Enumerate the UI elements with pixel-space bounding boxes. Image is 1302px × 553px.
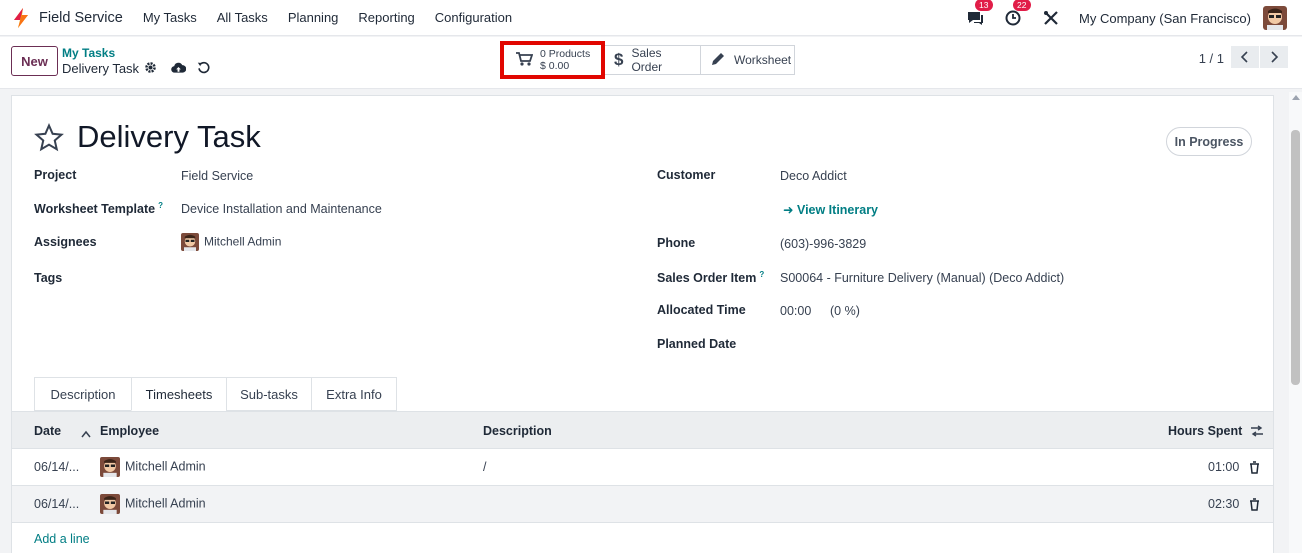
allocated-time-label: Allocated Time <box>657 303 746 317</box>
assignees-label: Assignees <box>34 235 97 249</box>
pager-value[interactable]: 1 / 1 <box>1199 51 1224 66</box>
sales-order-item-field[interactable]: S00064 - Furniture Delivery (Manual) (De… <box>780 271 1064 285</box>
tab-timesheets[interactable]: Timesheets <box>131 377 226 411</box>
column-description[interactable]: Description <box>483 424 552 438</box>
trash-icon[interactable] <box>1249 498 1260 514</box>
status-button[interactable]: In Progress <box>1166 127 1252 156</box>
products-smart-button[interactable]: 0 Products $ 0.00 <box>500 41 605 79</box>
dollar-icon: $ <box>614 50 624 69</box>
worksheet-smart-button[interactable]: Worksheet <box>701 45 795 75</box>
tab-extra-info[interactable]: Extra Info <box>311 377 397 411</box>
shopping-cart-icon <box>515 51 534 70</box>
customer-label: Customer <box>657 168 716 182</box>
timesheet-table-header: Date Employee Description Hours Spent <box>12 411 1273 449</box>
trash-icon[interactable] <box>1249 461 1260 477</box>
breadcrumb-my-tasks[interactable]: My Tasks <box>62 46 115 60</box>
user-avatar[interactable] <box>1263 6 1287 30</box>
field-service-logo-icon[interactable] <box>11 7 31 29</box>
worksheet-label: Worksheet <box>734 53 792 67</box>
menu-reporting[interactable]: Reporting <box>358 10 414 25</box>
project-field[interactable]: Field Service <box>181 169 253 183</box>
column-employee[interactable]: Employee <box>100 424 159 438</box>
tab-description[interactable]: Description <box>34 377 131 411</box>
sales-order-label: Sales Order <box>631 46 663 74</box>
avatar <box>100 494 120 514</box>
worksheet-template-field[interactable]: Device Installation and Maintenance <box>181 202 382 216</box>
row-employee[interactable]: Mitchell Admin <box>100 494 206 514</box>
notebook-tabs: Description Timesheets Sub-tasks Extra I… <box>34 377 397 411</box>
form-sheet: Delivery Task In Progress Project Field … <box>11 95 1274 553</box>
tags-label: Tags <box>34 271 63 285</box>
task-title[interactable]: Delivery Task <box>77 119 261 155</box>
chat-icon[interactable]: 13 <box>965 0 993 28</box>
avatar <box>100 457 120 477</box>
sales-order-item-label: Sales Order Item? <box>657 270 765 286</box>
pager-next-button[interactable] <box>1260 46 1288 68</box>
allocated-percentage: (0 %) <box>830 304 860 318</box>
sort-ascending-icon[interactable] <box>81 426 91 441</box>
arrow-right-icon: ➜ <box>783 203 797 217</box>
menu-my-tasks[interactable]: My Tasks <box>143 10 197 25</box>
pager-previous-button[interactable] <box>1231 46 1259 68</box>
row-hours[interactable]: 01:00 <box>1208 460 1239 474</box>
menu-all-tasks[interactable]: All Tasks <box>217 10 268 25</box>
control-panel: New My Tasks Delivery Task 0 Products $ … <box>0 37 1302 89</box>
scrollbar-thumb[interactable] <box>1291 130 1300 385</box>
pencil-icon <box>710 51 726 70</box>
activity-clock-icon[interactable]: 22 <box>1003 0 1031 28</box>
cloud-upload-icon[interactable] <box>171 61 187 75</box>
phone-field[interactable]: (603)-996-3829 <box>780 237 866 251</box>
row-employee[interactable]: Mitchell Admin <box>100 457 206 477</box>
activity-badge: 22 <box>1013 0 1031 11</box>
avatar <box>181 233 199 251</box>
gear-icon[interactable] <box>144 61 158 75</box>
planned-date-label: Planned Date <box>657 337 737 351</box>
debug-tools-icon[interactable] <box>1041 8 1061 28</box>
assignee-name: Mitchell Admin <box>204 234 282 249</box>
optional-columns-toggle-icon[interactable] <box>1250 425 1264 440</box>
column-date[interactable]: Date <box>34 424 61 438</box>
phone-label: Phone <box>657 236 696 250</box>
smart-buttons: 0 Products $ 0.00 $ Sales Order Workshee… <box>500 41 795 79</box>
row-date[interactable]: 06/14/... <box>34 497 79 511</box>
menu-planning[interactable]: Planning <box>288 10 339 25</box>
new-button[interactable]: New <box>11 46 58 76</box>
row-description[interactable]: / <box>483 460 486 474</box>
page-scrollbar[interactable] <box>1289 92 1302 553</box>
project-label: Project <box>34 168 77 182</box>
products-count: 0 Products <box>540 48 591 60</box>
assignees-field[interactable]: Mitchell Admin <box>181 233 281 251</box>
row-date[interactable]: 06/14/... <box>34 460 79 474</box>
view-itinerary-link[interactable]: ➜ View Itinerary <box>783 202 878 217</box>
help-tooltip-icon[interactable]: ? <box>759 270 764 279</box>
worksheet-template-label: Worksheet Template? <box>34 201 163 217</box>
help-tooltip-icon[interactable]: ? <box>158 201 163 210</box>
app-name[interactable]: Field Service <box>39 10 123 26</box>
breadcrumb-current: Delivery Task <box>62 61 140 76</box>
company-switcher[interactable]: My Company (San Francisco) <box>1079 11 1251 26</box>
allocated-time-field[interactable]: 00:00 <box>780 304 811 318</box>
chat-badge: 13 <box>975 0 993 11</box>
top-navbar: Field Service My Tasks All Tasks Plannin… <box>0 0 1302 36</box>
star-favorite-icon[interactable] <box>34 123 64 153</box>
column-hours-spent[interactable]: Hours Spent <box>1168 424 1242 438</box>
tab-sub-tasks[interactable]: Sub-tasks <box>226 377 311 411</box>
add-line-link[interactable]: Add a line <box>34 532 90 546</box>
menu-configuration[interactable]: Configuration <box>435 10 512 25</box>
customer-field[interactable]: Deco Addict <box>780 169 847 183</box>
table-row[interactable]: 06/14/... Mitchell Admin 02:30 <box>12 486 1273 523</box>
discard-undo-icon[interactable] <box>197 61 211 75</box>
sales-order-smart-button[interactable]: $ Sales Order <box>605 45 701 75</box>
products-amount: $ 0.00 <box>540 60 570 72</box>
table-row[interactable]: 06/14/... Mitchell Admin / 01:00 <box>12 449 1273 486</box>
scroll-up-arrow-icon[interactable] <box>1292 95 1300 100</box>
row-hours[interactable]: 02:30 <box>1208 497 1239 511</box>
